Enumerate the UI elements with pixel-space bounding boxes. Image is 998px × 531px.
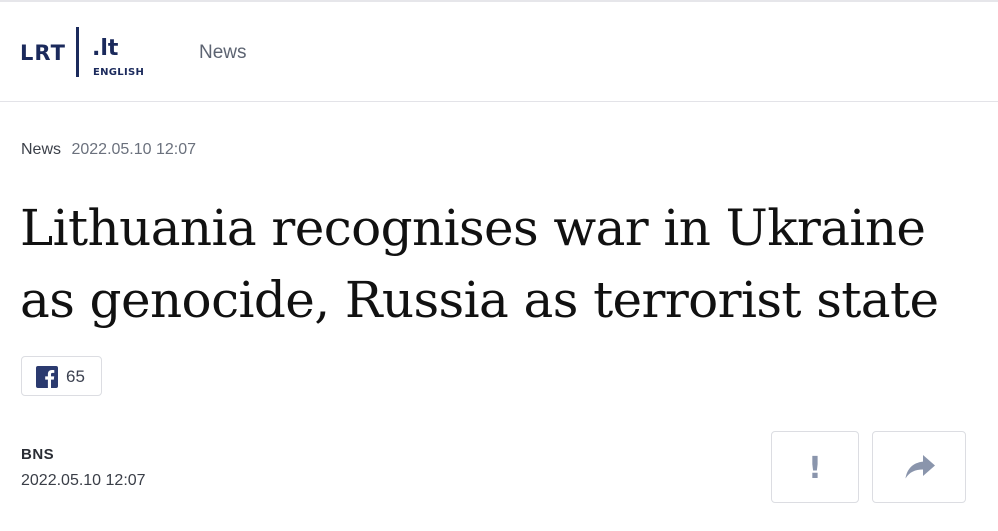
article-meta: News 2022.05.10 12:07 [21, 141, 196, 159]
exclamation-icon: ! [808, 451, 822, 486]
article-title: Lithuania recognises war in Ukraine as g… [20, 199, 939, 329]
facebook-share-button[interactable]: 65 [21, 356, 102, 396]
share-button[interactable] [872, 431, 966, 503]
logo-language: ENGLISH [93, 67, 145, 78]
logo-domain: .lt [92, 36, 119, 61]
logo-divider [76, 27, 79, 77]
facebook-share-count: 65 [66, 367, 85, 386]
article-date-bottom: 2022.05.10 12:07 [21, 472, 146, 489]
article-author: BNS [21, 446, 55, 463]
nav-news-link[interactable]: News [199, 42, 247, 64]
site-logo[interactable]: LRT .lt ENGLISH [20, 24, 155, 82]
report-button[interactable]: ! [771, 431, 859, 503]
article-category[interactable]: News [21, 141, 61, 158]
facebook-icon [36, 366, 58, 388]
article-date-top: 2022.05.10 12:07 [71, 141, 197, 158]
logo-brand: LRT [20, 41, 66, 65]
share-arrow-icon [905, 455, 935, 479]
site-header: LRT .lt ENGLISH News [0, 2, 998, 102]
